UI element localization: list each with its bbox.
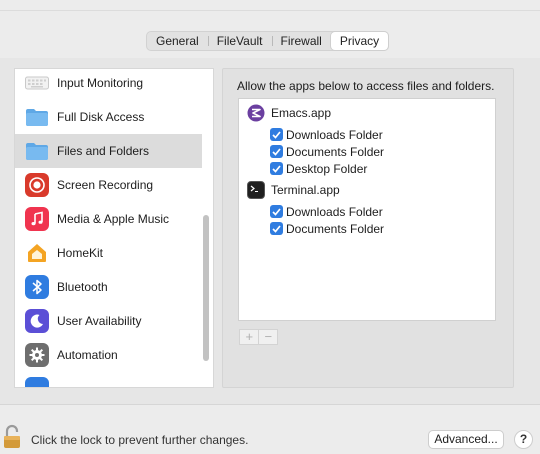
sidebar-item-label: Bluetooth (57, 280, 108, 294)
sidebar-item-automation[interactable]: Automation (15, 338, 202, 372)
checkbox-checked[interactable] (270, 145, 283, 158)
add-remove-control: + − (239, 329, 278, 345)
terminal-icon (247, 181, 265, 199)
tab-filevault[interactable]: FileVault (207, 32, 272, 50)
footer-divider (0, 404, 540, 405)
checkbox-checked[interactable] (270, 128, 283, 141)
checkbox-checked[interactable] (270, 205, 283, 218)
sidebar-item-label: Media & Apple Music (57, 212, 170, 226)
sidebar-item-label: HomeKit (57, 246, 104, 260)
privacy-category-list[interactable]: Input Monitoring Full Disk Access Files … (14, 68, 214, 388)
emacs-icon (247, 104, 265, 122)
folder-icon (25, 139, 49, 163)
folder-label: Desktop Folder (286, 161, 368, 176)
checkbox-checked[interactable] (270, 222, 283, 235)
sidebar-item-label: Screen Recording (57, 178, 154, 192)
folder-row[interactable]: Documents Folder (270, 143, 384, 160)
sidebar-item-label: Full Disk Access (57, 110, 145, 124)
folder-label: Downloads Folder (286, 127, 383, 142)
sidebar-item-label: Automation (57, 348, 118, 362)
checkbox-checked[interactable] (270, 162, 283, 175)
bluetooth-icon (25, 275, 49, 299)
folder-row[interactable]: Downloads Folder (270, 203, 383, 220)
help-button[interactable]: ? (514, 430, 533, 449)
folder-label: Downloads Folder (286, 204, 383, 219)
sidebar-item-homekit[interactable]: HomeKit (15, 236, 202, 270)
app-name: Emacs.app (271, 106, 332, 120)
sidebar-item-input-monitoring[interactable]: Input Monitoring (15, 69, 202, 100)
app-name: Terminal.app (271, 183, 340, 197)
sidebar-item-partial[interactable] (15, 372, 202, 387)
panel-description: Allow the apps below to access files and… (237, 79, 495, 93)
music-icon (25, 207, 49, 231)
tab-general[interactable]: General (147, 32, 208, 50)
folder-label: Documents Folder (286, 221, 385, 236)
folder-row[interactable]: Documents Folder (270, 220, 384, 237)
folder-icon (25, 105, 49, 129)
sidebar-item-label: User Availability (57, 314, 142, 328)
lock-icon[interactable] (2, 424, 22, 450)
app-row-terminal[interactable]: Terminal.app (247, 180, 340, 200)
add-button[interactable]: + (240, 330, 258, 344)
top-divider (0, 10, 540, 11)
advanced-button[interactable]: Advanced... (428, 430, 504, 449)
keyboard-icon (25, 71, 49, 95)
sidebar-item-full-disk-access[interactable]: Full Disk Access (15, 100, 202, 134)
folder-label: Documents Folder (286, 144, 385, 159)
partial-item-icon (25, 377, 49, 387)
sidebar-item-media-apple-music[interactable]: Media & Apple Music (15, 202, 202, 236)
sidebar-item-label: Files and Folders (57, 144, 150, 158)
sidebar-item-screen-recording[interactable]: Screen Recording (15, 168, 202, 202)
folder-row[interactable]: Downloads Folder (270, 126, 383, 143)
tab-firewall[interactable]: Firewall (271, 32, 331, 50)
sidebar-scrollbar[interactable] (203, 215, 209, 361)
app-permissions-list[interactable]: Emacs.app Downloads Folder Documents Fol… (238, 98, 496, 321)
gear-icon (25, 343, 49, 367)
moon-icon (25, 309, 49, 333)
tab-bar: General FileVault Firewall Privacy (146, 31, 390, 51)
lock-message: Click the lock to prevent further change… (31, 433, 249, 447)
home-icon (25, 241, 49, 265)
sidebar-item-label: Input Monitoring (57, 76, 144, 90)
folder-row[interactable]: Desktop Folder (270, 160, 367, 177)
app-row-emacs[interactable]: Emacs.app (247, 103, 331, 123)
screen-recording-icon (25, 173, 49, 197)
sidebar-item-files-and-folders[interactable]: Files and Folders (15, 134, 202, 168)
tab-privacy[interactable]: Privacy (330, 32, 389, 50)
remove-button[interactable]: − (258, 330, 277, 344)
sidebar-item-user-availability[interactable]: User Availability (15, 304, 202, 338)
sidebar-item-bluetooth[interactable]: Bluetooth (15, 270, 202, 304)
